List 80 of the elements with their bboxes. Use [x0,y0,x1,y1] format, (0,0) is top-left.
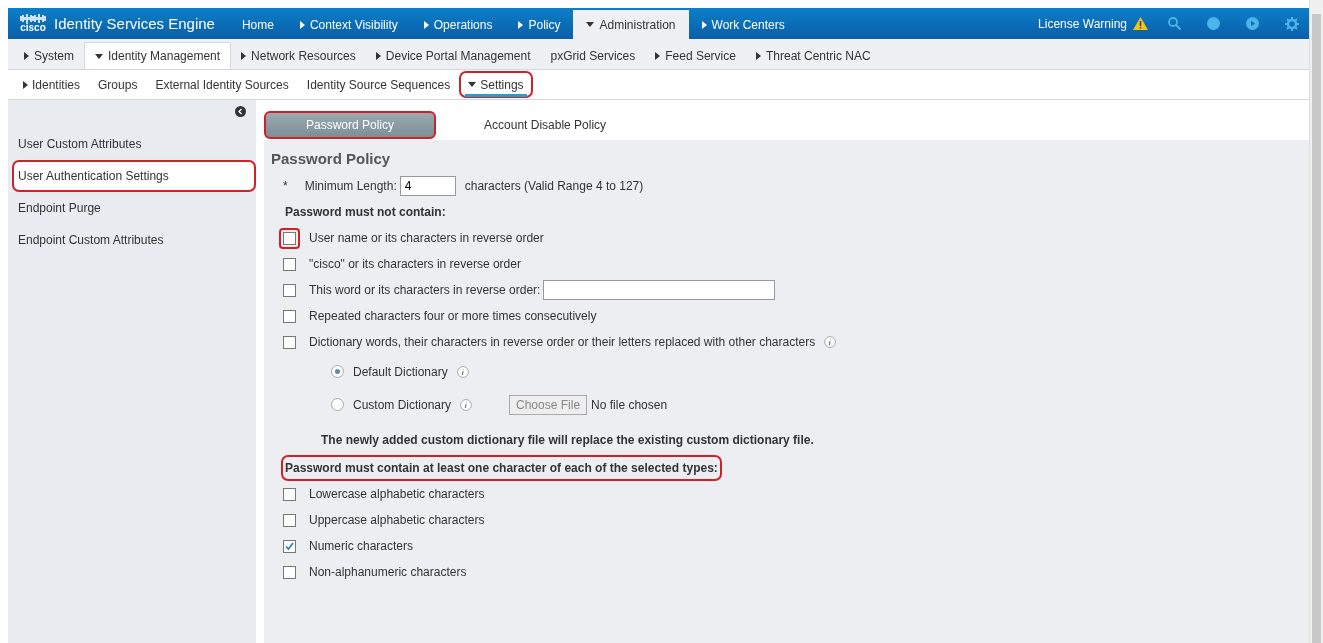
dictionary-note: The newly added custom dictionary file will replace the existing custom dictionary file. [320,432,815,449]
caret-down-icon [95,53,103,59]
sidebar-item[interactable]: User Authentication Settings [12,160,256,192]
settings-icon[interactable] [1285,16,1299,31]
subnav-tab[interactable]: Network Resources [231,43,366,69]
caret-right-icon [299,20,305,29]
checkbox-label: Repeated characters four or more times consecutively [309,309,597,323]
caret-right-icon [701,20,707,29]
sidebar-item[interactable]: Endpoint Purge [12,192,107,224]
checkbox-label: User name or its characters in reverse order [309,231,544,245]
checkbox-label: "cisco" or its characters in reverse order [309,257,521,271]
caret-right-icon [423,20,429,29]
radio-label: Custom Dictionary [353,397,452,412]
caret-right-icon [518,20,524,29]
info-icon [456,365,469,378]
radio-label: Default Dictionary [353,364,448,379]
caret-right-icon [24,52,29,60]
nav-tab[interactable]: Policy [505,10,574,39]
checkbox[interactable] [283,231,296,245]
info-icon [460,398,473,411]
warning-icon [1133,17,1148,30]
checkbox-label: Uppercase alphabetic characters [309,513,485,527]
section-title: Password Policy [271,150,392,167]
nav-tab[interactable]: Context Visibility [286,10,411,39]
nav-tab[interactable]: Work Centers [688,10,798,39]
sidebar-item[interactable]: User Custom Attributes [12,128,148,160]
checkbox[interactable] [283,309,296,323]
product-name: Identity Services Engine [54,15,215,32]
nav-tab[interactable]: Operations [410,10,506,39]
caret-right-icon [241,52,247,60]
settings-menu-tab[interactable]: Identities [14,71,90,98]
file-status: No file chosen [591,397,668,412]
caret-right-icon [655,52,661,60]
group-heading: Password must not contain: [284,204,447,221]
subnav-tab[interactable]: pxGrid Services [540,43,646,69]
caret-right-icon [23,80,28,89]
collapse-icon[interactable] [235,106,246,117]
logo-bars-icon [20,14,46,23]
checkbox-label: Lowercase alphabetic characters [309,487,485,501]
sidebar-item[interactable]: Endpoint Custom Attributes [12,224,170,256]
nav-tab[interactable]: Home [228,10,287,39]
checkbox[interactable] [283,487,296,501]
caret-down-icon [586,22,595,27]
field-label: Minimum Length: [304,179,397,193]
license-warning-link[interactable]: License Warning [1038,16,1127,31]
subnav-tab[interactable]: Threat Centric NAC [745,43,881,69]
group-heading: Password must contain at least one character of each of the selected types: [281,455,722,481]
settings-menu-tab[interactable]: Identity Source Sequences [297,71,460,98]
checkbox-label: Non-alphanumeric characters [309,565,467,579]
checkbox[interactable] [283,539,296,553]
logo-text: cisco [20,23,46,33]
settings-menu-tab[interactable]: Settings [459,71,533,98]
word-input-field[interactable] [543,280,776,300]
search-icon[interactable] [1168,17,1181,30]
subnav-tab[interactable]: Feed Service [645,43,746,69]
caret-down-icon [468,82,477,87]
subnav-tab[interactable]: Identity Management [84,42,232,69]
checkbox[interactable] [283,283,296,297]
checkbox-label: Numeric characters [309,539,414,553]
caret-right-icon [755,52,761,60]
radio-button[interactable] [331,365,344,378]
checkbox[interactable] [283,565,296,579]
settings-menu-tab[interactable]: External Identity Sources [146,71,298,98]
settings-menu-tab[interactable]: Groups [89,71,147,98]
checkbox-label: Dictionary words, their characters in reverse order or their letters replaced with other characters [309,335,816,349]
info-icon [824,336,837,348]
checkbox[interactable] [283,257,296,271]
nav-tab[interactable]: Administration [573,10,689,39]
range-hint: characters (Valid Range 4 to 127) [464,179,644,193]
policy-tab[interactable]: Account Disable Policy [442,111,649,139]
checkbox[interactable] [283,513,296,527]
subnav-tab[interactable]: System [14,43,84,69]
radio-button[interactable] [331,398,344,411]
checkbox[interactable] [283,335,296,349]
checkbox-label: This word or its characters in reverse order: [309,283,541,297]
scrollbar[interactable] [1309,0,1323,643]
min-length-field[interactable]: 4 [399,176,456,196]
subnav-tab[interactable]: Device Portal Management [365,43,541,69]
caret-right-icon [375,52,381,60]
required-mark: * [283,179,288,193]
